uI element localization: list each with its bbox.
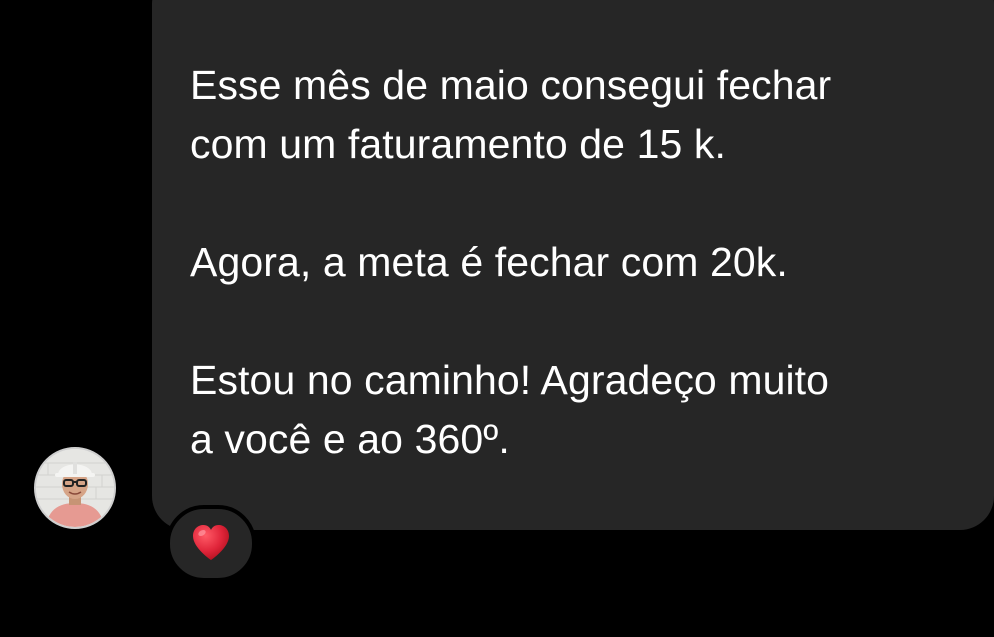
message-paragraph-3: Estou no caminho! Agradeço muito a você … — [190, 357, 830, 462]
message-text: Esse mês de maio consegui fechar com um … — [190, 56, 980, 469]
red-heart-icon — [193, 525, 229, 560]
profile-photo — [36, 449, 114, 527]
chat-screen: Esse mês de maio consegui fechar com um … — [0, 0, 994, 637]
reaction-pill[interactable] — [166, 505, 256, 582]
message-paragraph-1: Esse mês de maio consegui fechar com um … — [190, 62, 832, 167]
message-paragraph-2: Agora, a meta é fechar com 20k. — [190, 239, 788, 285]
sender-avatar[interactable] — [34, 447, 116, 529]
